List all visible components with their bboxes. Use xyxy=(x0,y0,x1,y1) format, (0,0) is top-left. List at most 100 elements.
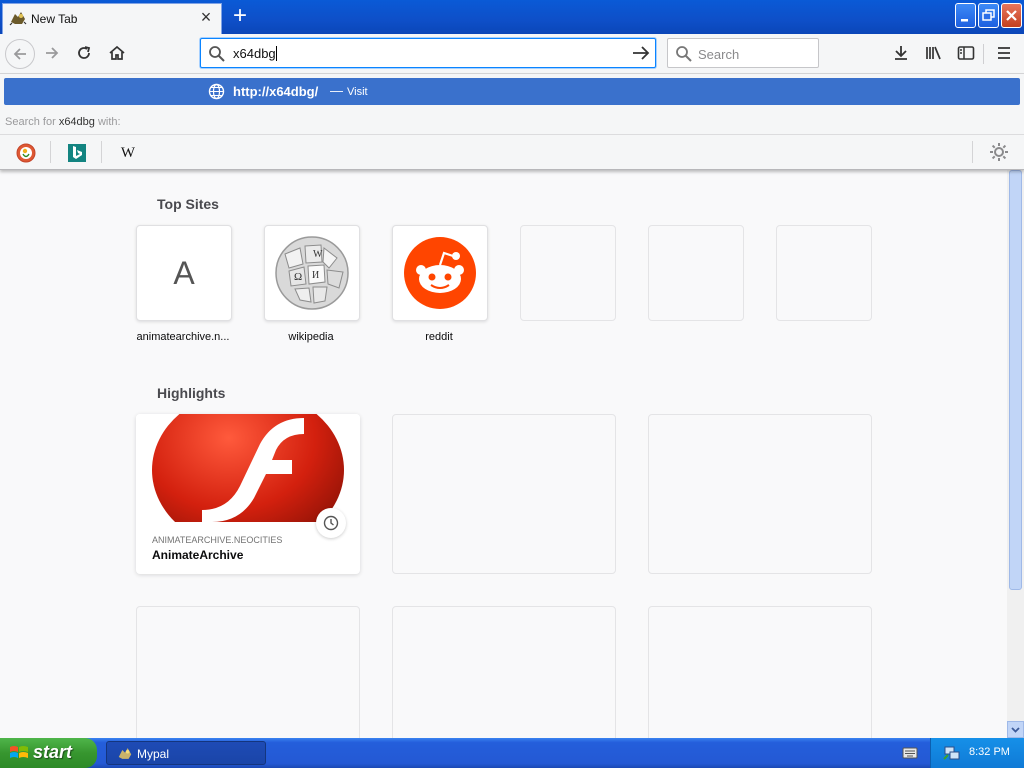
restore-icon xyxy=(982,9,995,21)
go-arrow-icon[interactable] xyxy=(631,44,651,62)
search-with-label: Search for x64dbg with: xyxy=(5,116,121,128)
hamburger-menu-icon xyxy=(998,47,1010,59)
highlight-thumbnail xyxy=(136,414,360,522)
tab-new-tab[interactable]: New Tab × xyxy=(2,3,222,34)
home-button[interactable] xyxy=(102,39,132,69)
highlights-heading: Highlights xyxy=(157,385,226,401)
top-site-tile-reddit[interactable] xyxy=(392,225,488,321)
search-placeholder: Search xyxy=(698,47,740,62)
downloads-button[interactable] xyxy=(887,39,917,69)
reddit-icon xyxy=(404,237,476,309)
clock-icon xyxy=(323,515,339,531)
back-arrow-icon xyxy=(13,48,26,60)
highlight-title: AnimateArchive xyxy=(152,548,244,562)
url-value: x64dbg xyxy=(233,46,276,61)
reload-button[interactable] xyxy=(70,39,100,69)
forward-arrow-icon xyxy=(46,47,59,59)
chevron-down-icon xyxy=(1011,727,1020,733)
search-icon xyxy=(676,46,692,62)
scrollbar-thumb[interactable] xyxy=(1009,170,1022,590)
wikipedia-icon[interactable]: W xyxy=(117,142,139,164)
highlight-card-empty xyxy=(392,606,616,738)
highlight-card-empty xyxy=(648,606,872,738)
engine-separator xyxy=(972,141,973,163)
top-site-tile-wikipedia[interactable]: Ω W И xyxy=(264,225,360,321)
highlight-card-empty xyxy=(648,414,872,574)
search-icon xyxy=(209,46,225,62)
top-sites-heading: Top Sites xyxy=(157,196,219,212)
reload-icon xyxy=(78,46,91,59)
autocomplete-result-visit[interactable]: http://x64dbg/ — Visit xyxy=(4,78,1020,105)
top-site-label[interactable]: reddit xyxy=(389,331,489,343)
vertical-scrollbar[interactable] xyxy=(1007,170,1024,738)
top-site-label[interactable]: animatearchive.n... xyxy=(133,331,233,343)
top-site-label[interactable]: wikipedia xyxy=(261,331,361,343)
minimize-icon xyxy=(961,19,968,22)
minimize-button[interactable] xyxy=(955,3,976,28)
close-tab-icon[interactable]: × xyxy=(197,8,215,26)
svg-text:W: W xyxy=(313,249,323,260)
search-with-query: x64dbg xyxy=(58,116,95,128)
back-button[interactable] xyxy=(5,39,35,69)
highlight-card-empty xyxy=(136,606,360,738)
mypal-app-icon xyxy=(118,748,132,759)
flash-logo-icon xyxy=(152,414,344,522)
library-icon xyxy=(926,46,941,60)
gear-icon[interactable] xyxy=(988,141,1010,163)
clock: 8:32 PM xyxy=(969,746,1010,758)
search-with-prefix: Search for xyxy=(5,116,56,128)
nav-bar: x64dbg Search xyxy=(0,34,1024,74)
tab-title: New Tab xyxy=(31,12,78,26)
menu-button[interactable] xyxy=(990,39,1020,69)
taskbar-item-mypal[interactable]: Mypal xyxy=(106,741,266,765)
start-button[interactable]: start xyxy=(0,738,97,768)
start-label: start xyxy=(33,742,73,762)
top-site-tile-empty xyxy=(648,225,744,321)
library-button[interactable] xyxy=(919,39,949,69)
toolbar-separator xyxy=(983,44,984,64)
duckduckgo-icon[interactable] xyxy=(15,142,37,164)
highlight-card-empty xyxy=(392,414,616,574)
result-url: http://x64dbg/ xyxy=(233,84,319,99)
forward-button[interactable] xyxy=(38,39,68,69)
top-site-tile-empty xyxy=(520,225,616,321)
close-window-button[interactable] xyxy=(1001,3,1022,28)
sidebar-icon xyxy=(957,46,975,60)
search-with-suffix: with: xyxy=(97,116,121,128)
text-caret xyxy=(275,46,277,61)
highlight-domain: ANIMATEARCHIVE.NEOCITIES xyxy=(152,535,283,545)
taskbar-item-label: Mypal xyxy=(137,747,170,761)
result-action: Visit xyxy=(347,86,368,98)
highlight-card[interactable]: ANIMATEARCHIVE.NEOCITIES AnimateArchive xyxy=(136,414,360,574)
new-tab-page: Top Sites A animatearchive.n... Ω W И wi… xyxy=(0,170,1024,738)
restore-button[interactable] xyxy=(978,3,999,28)
top-site-tile-animatearchive[interactable]: A xyxy=(136,225,232,321)
keyboard-icon[interactable] xyxy=(902,746,918,760)
home-icon xyxy=(109,45,125,60)
result-separator: — xyxy=(330,83,343,98)
url-bar[interactable]: x64dbg xyxy=(200,38,656,68)
url-autocomplete-popup: http://x64dbg/ — Visit Search for x64dbg… xyxy=(0,74,1024,170)
sidebar-button[interactable] xyxy=(951,39,981,69)
mypal-favicon-icon xyxy=(9,12,27,26)
new-tab-button[interactable]: + xyxy=(226,4,254,30)
system-tray: 8:32 PM xyxy=(930,738,1024,768)
engine-separator xyxy=(50,141,51,163)
engine-separator xyxy=(101,141,102,163)
globe-icon xyxy=(208,83,225,100)
title-bar: New Tab × + xyxy=(0,0,1024,34)
history-badge xyxy=(316,508,346,538)
scroll-down-button[interactable] xyxy=(1007,721,1024,738)
url-input[interactable]: x64dbg xyxy=(233,46,277,61)
wikipedia-globe-icon: Ω W И xyxy=(275,236,349,310)
tile-letter-fallback: A xyxy=(173,255,195,291)
taskbar: start Mypal 8:32 PM xyxy=(0,738,1024,768)
svg-text:И: И xyxy=(312,270,319,281)
bing-icon[interactable] xyxy=(66,142,88,164)
search-engines-row: W xyxy=(0,134,1024,169)
search-bar[interactable]: Search xyxy=(667,38,819,68)
svg-text:Ω: Ω xyxy=(294,271,302,283)
close-icon xyxy=(1006,10,1017,21)
top-site-tile-empty xyxy=(776,225,872,321)
network-icon[interactable] xyxy=(943,745,961,761)
